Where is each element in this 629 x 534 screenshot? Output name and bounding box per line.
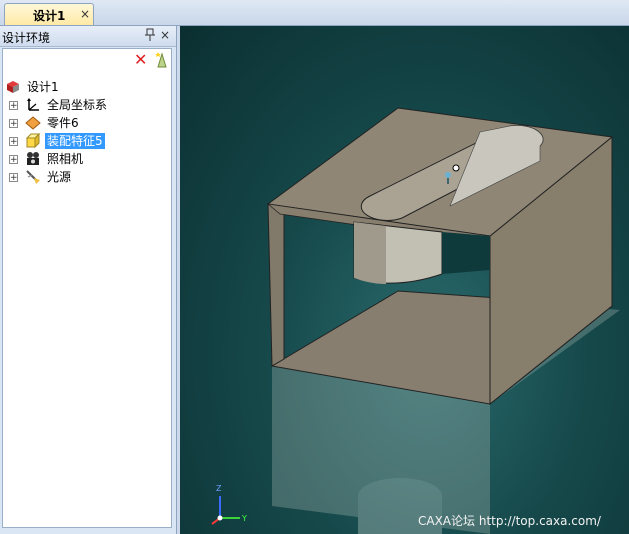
panel-title: 设计环境	[2, 31, 51, 45]
delete-icon[interactable]: ✕	[134, 51, 147, 69]
assembly-feature-icon	[25, 132, 41, 149]
box-left-wall	[267, 203, 285, 367]
light-source-icon	[25, 169, 41, 185]
tree-item-light-source[interactable]: + 光源	[5, 169, 165, 185]
selection-marker-icon	[445, 172, 451, 178]
expand-icon[interactable]: +	[9, 137, 18, 147]
panel-close-icon[interactable]: ×	[160, 28, 170, 42]
tree-item-label: 光源	[47, 170, 72, 184]
document-tab-label: 设计1	[33, 9, 66, 23]
axis-z-label: Z	[216, 484, 222, 493]
back-opening	[442, 232, 490, 274]
document-tab-close-icon[interactable]: ×	[80, 7, 90, 21]
document-tab-strip: 设计1 ×	[0, 0, 629, 26]
tree-item-label: 装配特征5	[45, 133, 105, 149]
tree-root-label: 设计1	[27, 80, 59, 94]
tree-item-label: 照相机	[47, 152, 84, 166]
part-icon	[25, 115, 41, 131]
tree-item-label: 零件6	[47, 116, 79, 130]
tree-item-label: 全局坐标系	[47, 98, 108, 112]
pin-icon[interactable]	[144, 28, 156, 45]
model-scene	[266, 107, 620, 534]
new-item-icon[interactable]	[154, 51, 170, 69]
tree-item-part[interactable]: + 零件6	[5, 115, 165, 131]
expand-icon[interactable]: +	[9, 119, 18, 129]
document-tab[interactable]: 设计1 ×	[4, 3, 94, 25]
panel-header: 设计环境 ×	[0, 26, 176, 47]
expand-icon[interactable]: +	[9, 101, 18, 111]
3d-viewport[interactable]: Z Y CAXA论坛 http://top.caxa.com/	[180, 26, 629, 534]
tree-item-camera[interactable]: + 照相机	[5, 151, 165, 167]
coordinate-system-icon	[25, 97, 41, 113]
camera-icon	[25, 151, 41, 167]
tree-item-assembly-feature[interactable]: + 装配特征5	[5, 132, 165, 149]
watermark-text: CAXA论坛 http://top.caxa.com/	[418, 514, 601, 528]
slot-cylinder-shade	[354, 222, 386, 284]
design-tree: ✕ 设计1 + 全局坐标系 + 零件6 + 装配特征5 + 照相机 + 光源	[2, 48, 172, 528]
expand-icon[interactable]: +	[9, 155, 18, 165]
design-icon	[5, 79, 21, 95]
design-environment-panel: 设计环境 × ✕ 设计1 + 全局坐标系 + 零件6 + 装配特征5 + 照相机…	[0, 26, 177, 534]
expand-icon[interactable]: +	[9, 173, 18, 183]
tree-item-global-coordinate-system[interactable]: + 全局坐标系	[5, 97, 165, 113]
axis-y-label: Y	[242, 514, 247, 523]
